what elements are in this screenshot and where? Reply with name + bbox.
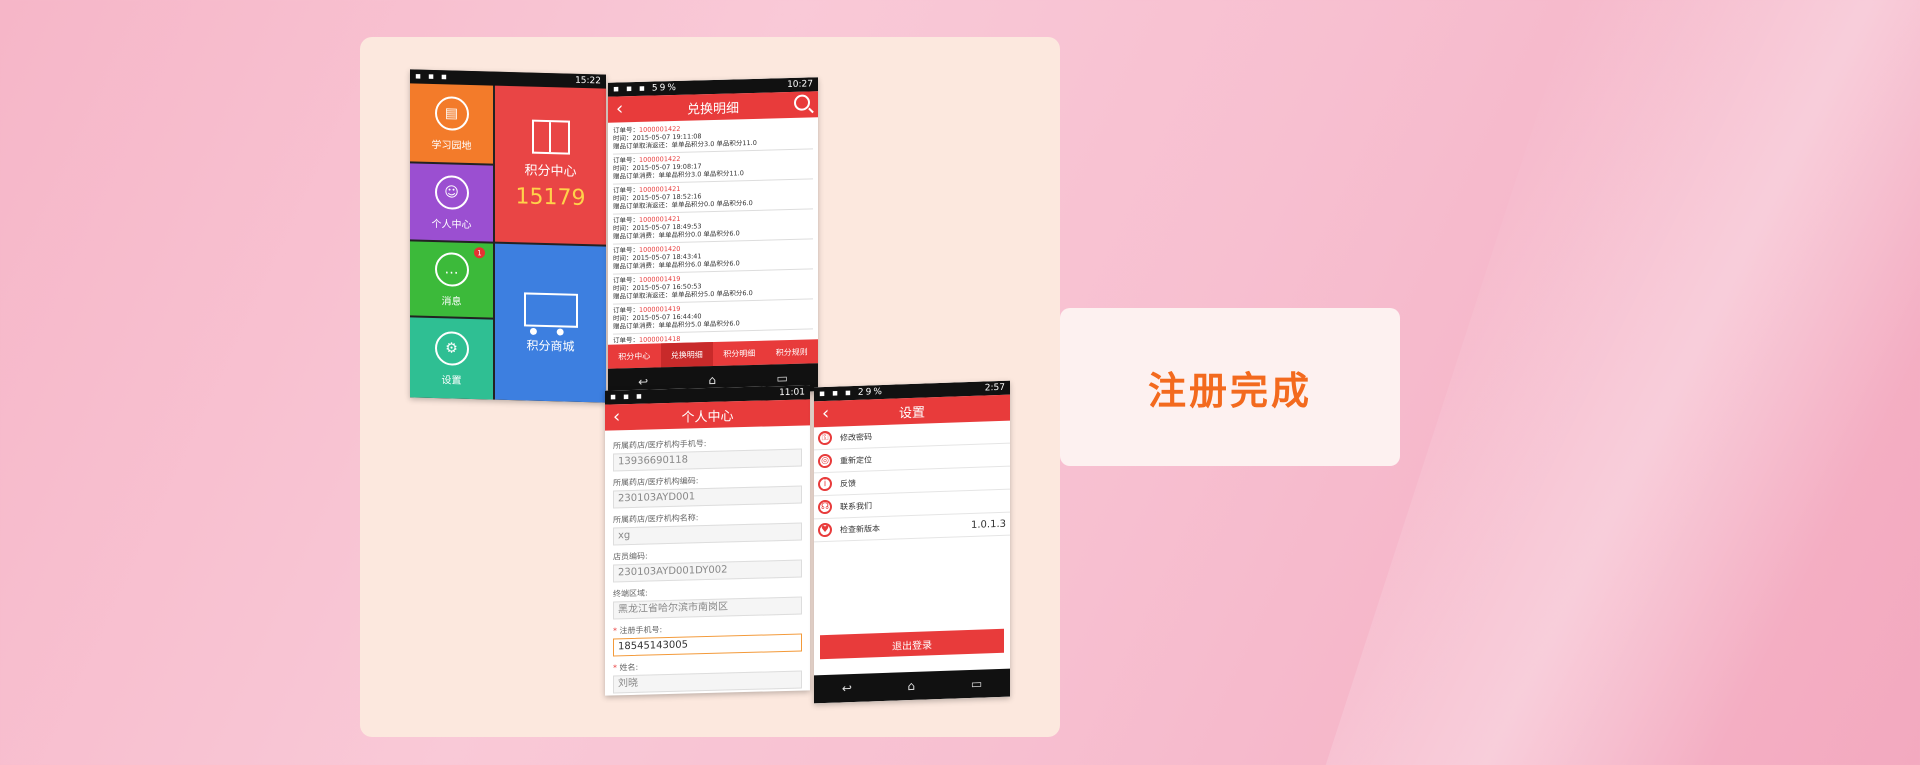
chat-icon: … — [434, 251, 469, 287]
recent-apps-icon[interactable]: ▭ — [971, 677, 982, 691]
settings-item-label: 重新定位 — [840, 454, 872, 466]
gift-icon — [531, 119, 570, 155]
tab-points-details[interactable]: 积分明细 — [713, 341, 766, 366]
settings-item-label: 检查新版本 — [840, 523, 880, 535]
location-icon: ◎ — [818, 453, 832, 469]
tile-points-label: 积分中心 — [524, 163, 577, 180]
phone-personal-center: ▪ ▪ ▪ 11:01 ‹ 个人中心 所属药店/医疗机构手机号: 1393669… — [605, 385, 810, 696]
tile-personal-label: 个人中心 — [431, 218, 472, 231]
message-badge: 1 — [474, 247, 485, 259]
caption-card: 注册完成 — [1060, 308, 1400, 466]
caption-title: 注册完成 — [1147, 368, 1312, 413]
person-name-field[interactable]: 刘晓 — [613, 670, 802, 694]
truck-icon — [523, 291, 578, 328]
phone-redemption-details: ▪ ▪ ▪ 59% 10:27 ‹ 兑换明细 订单号：1000001422 时间：… — [608, 77, 819, 397]
app-bar: ‹ 兑换明细 — [608, 91, 818, 123]
settings-item-label: 修改密码 — [840, 431, 872, 443]
store-name-field[interactable]: xg — [613, 522, 802, 546]
tab-redemption-details[interactable]: 兑换明细 — [660, 342, 713, 368]
settings-item-label: 联系我们 — [840, 500, 872, 512]
settings-list: ⚿ 修改密码 ◎ 重新定位 i 反馈 ☊ 联系我们 ♥ 检查新版本 1.0.1.… — [814, 420, 1010, 543]
status-icons: ▪ ▪ ▪ — [610, 391, 645, 403]
home-icon[interactable]: ⌂ — [908, 679, 916, 693]
points-value: 15179 — [515, 184, 586, 212]
region-field[interactable]: 黑龙江省哈尔滨市南岗区 — [613, 596, 802, 620]
store-code-field[interactable]: 230103AYD001 — [613, 485, 802, 509]
users-icon: ☺ — [434, 174, 469, 210]
status-time: 10:27 — [787, 79, 813, 91]
tab-points-center[interactable]: 积分中心 — [608, 343, 661, 368]
book-icon: ▤ — [434, 95, 469, 131]
store-phone-field[interactable]: 13936690118 — [613, 448, 802, 472]
gear-icon: ⚙ — [434, 330, 469, 366]
phone-settings: ▪ ▪ ▪ 29% 2:57 ‹ 设置 ⚿ 修改密码 ◎ 重新定位 i 反馈 ☊… — [814, 380, 1010, 704]
tile-messages-label: 消息 — [441, 295, 462, 308]
status-icons: ▪ ▪ ▪ 59% — [613, 82, 678, 95]
version-number: 1.0.1.3 — [971, 518, 1006, 531]
recent-apps-icon[interactable]: ▭ — [776, 371, 787, 385]
heart-icon: ♥ — [818, 522, 832, 538]
profile-form: 所属药店/医疗机构手机号: 13936690118 所属药店/医疗机构编码: 2… — [605, 425, 810, 695]
info-icon: i — [818, 476, 832, 492]
tab-points-rules[interactable]: 积分规则 — [766, 339, 819, 364]
search-icon[interactable] — [794, 94, 810, 111]
app-bar: ‹ 个人中心 — [605, 399, 810, 431]
page-title: 兑换明细 — [686, 100, 739, 118]
redemption-list: 订单号：1000001422 时间：2015-05-07 19:11:08 赠品订单… — [608, 117, 818, 350]
tile-settings[interactable]: ⚙ 设置 — [410, 317, 493, 400]
clerk-code-field[interactable]: 230103AYD001DY002 — [613, 559, 802, 583]
tile-points-center[interactable]: 积分中心 15179 — [495, 85, 606, 245]
status-icons: ▪ ▪ ▪ — [415, 71, 450, 83]
tile-mall-label: 积分商城 — [526, 337, 575, 354]
tile-grid: ▤ 学习园地 ☺ 个人中心 1 … 消息 ⚙ 设置 积分中心 15179 积分商… — [410, 83, 606, 403]
headset-icon: ☊ — [818, 499, 832, 515]
status-time: 2:57 — [984, 382, 1005, 394]
tile-settings-label: 设置 — [441, 374, 462, 387]
logout-button[interactable]: 退出登录 — [820, 628, 1004, 660]
back-icon[interactable]: ‹ — [613, 404, 620, 430]
register-phone-field[interactable]: 18545143005 — [613, 633, 802, 657]
tile-messages[interactable]: 1 … 消息 — [410, 241, 493, 318]
tile-study-label: 学习园地 — [431, 139, 472, 152]
back-icon[interactable]: ‹ — [616, 96, 623, 122]
status-icons: ▪ ▪ ▪ 29% — [819, 386, 884, 400]
page-title: 个人中心 — [681, 408, 734, 426]
tile-personal[interactable]: ☺ 个人中心 — [410, 163, 493, 242]
settings-item-label: 反馈 — [840, 478, 856, 489]
home-icon[interactable]: ⌂ — [709, 373, 717, 387]
tile-points-mall[interactable]: 积分商城 — [495, 243, 606, 403]
status-time: 11:01 — [779, 387, 805, 399]
back-nav-icon[interactable]: ↩ — [638, 375, 648, 389]
page-title: 设置 — [898, 405, 925, 421]
back-icon[interactable]: ‹ — [822, 401, 829, 427]
lock-icon: ⚿ — [818, 430, 832, 446]
background-streak — [1325, 0, 1920, 765]
status-time: 15:22 — [575, 75, 601, 87]
phone-home-tiles: ▪ ▪ ▪ 15:22 ▤ 学习园地 ☺ 个人中心 1 … 消息 ⚙ 设置 积分… — [410, 69, 606, 403]
back-nav-icon[interactable]: ↩ — [842, 681, 852, 695]
tile-study[interactable]: ▤ 学习园地 — [410, 83, 493, 164]
